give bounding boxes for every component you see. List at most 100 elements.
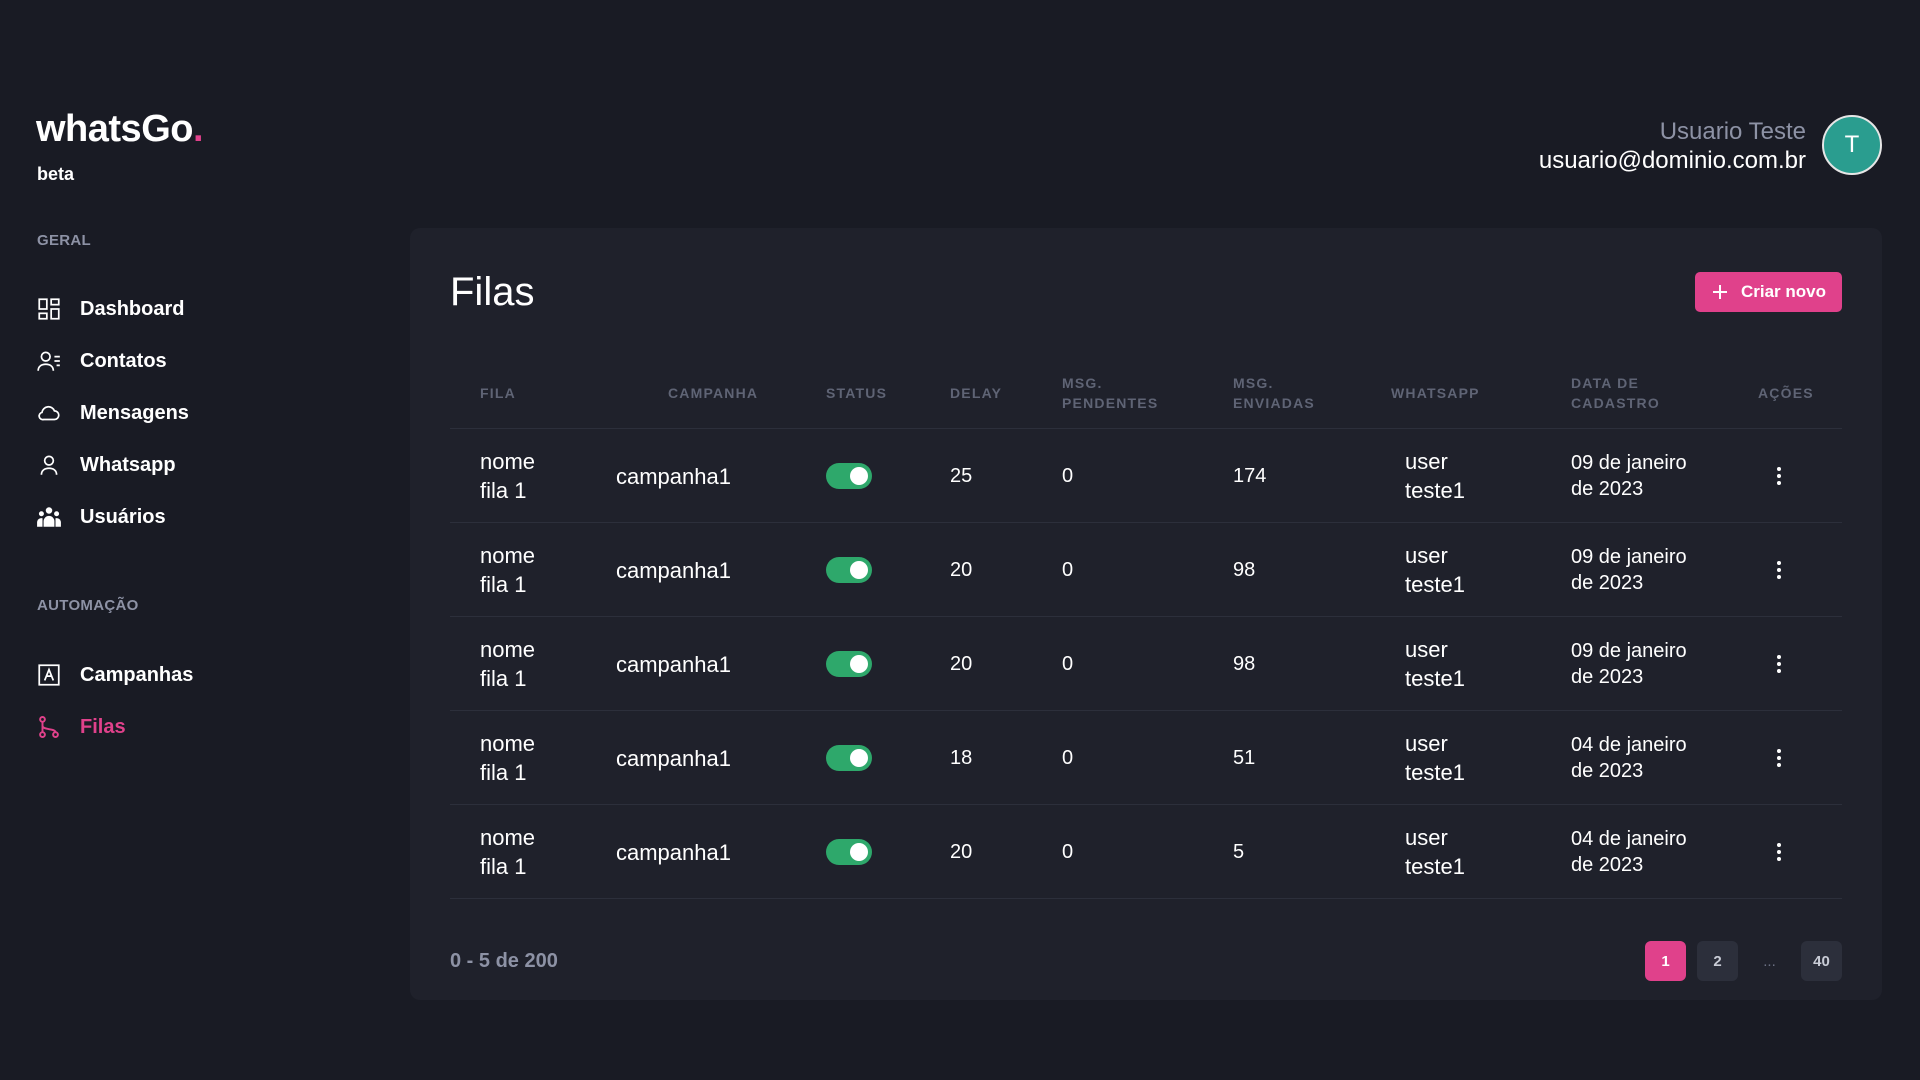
cell-whatsapp: user teste1 (1405, 543, 1465, 597)
cell-delay: 25 (950, 465, 973, 487)
status-toggle[interactable] (826, 839, 872, 865)
sidebar-item-label: Dashboard (80, 297, 185, 320)
table-row[interactable]: nome fila 1 campanha1 25 0 174 user teste1 09 … (450, 429, 1842, 523)
table-row[interactable]: nome fila 1 campanha1 20 0 98 user teste1 09 d… (450, 523, 1842, 617)
plus-icon (1712, 285, 1727, 299)
create-new-label: Criar novo (1740, 282, 1826, 301)
header-msg-pendentes[interactable]: MSG. PENDENTES (1062, 356, 1158, 429)
sidebar-item-campanhas[interactable]: Campanhas (36, 658, 193, 692)
cell-status (826, 617, 872, 711)
cell-msg-pendentes: 0 (1062, 559, 1074, 581)
sidebar: whatsGo. beta GERAL Dashboard Contatos M… (0, 0, 400, 1080)
status-toggle[interactable] (826, 557, 872, 583)
table-row[interactable]: nome fila 1 campanha1 20 0 5 user teste1 04 de… (450, 805, 1842, 899)
cell-data-cadastro: 09 de janeiro de 2023 (1571, 452, 1687, 500)
campaign-icon (38, 664, 60, 686)
sidebar-item-usuarios[interactable]: Usuários (36, 500, 166, 534)
user-icon (40, 455, 58, 475)
sidebar-item-label: Campanhas (80, 663, 194, 686)
filas-table: FILA CAMPANHA STATUS DELAY MSG. PENDENTES… (450, 356, 1842, 899)
sidebar-item-label: Mensagens (80, 401, 189, 424)
cell-data-cadastro: 09 de janeiro de 2023 (1571, 546, 1687, 594)
table-body: nome fila 1 campanha1 25 0 174 user teste1 09 … (450, 429, 1842, 899)
avatar[interactable]: T (1822, 115, 1882, 175)
header-fila[interactable]: FILA (480, 356, 516, 429)
brand-dot: . (192, 108, 204, 150)
more-vertical-icon[interactable] (1769, 556, 1789, 584)
cell-msg-enviadas: 5 (1233, 841, 1245, 863)
cell-status (826, 429, 872, 523)
cell-fila: nome fila 1 (480, 637, 536, 691)
cell-delay: 18 (950, 747, 973, 769)
cell-status (826, 711, 872, 805)
header-label: ENVIADAS (1233, 394, 1315, 411)
sidebar-item-label: Filas (80, 715, 126, 738)
cloud-icon (38, 405, 60, 421)
cell-msg-pendentes: 0 (1062, 841, 1074, 863)
user-info[interactable]: Usuario Teste usuario@dominio.com.br (1539, 118, 1806, 176)
cell-campanha: campanha1 (616, 745, 731, 771)
header-data-cadastro[interactable]: DATA DE CADASTRO (1571, 356, 1660, 429)
cell-fila: nome fila 1 (480, 825, 536, 879)
dashboard-icon (38, 298, 60, 320)
cell-campanha: campanha1 (616, 557, 731, 583)
header-whatsapp[interactable]: WHATSAPP (1391, 356, 1480, 429)
more-vertical-icon[interactable] (1769, 650, 1789, 678)
status-toggle[interactable] (826, 745, 872, 771)
sidebar-item-label: Contatos (80, 349, 167, 372)
header-msg-enviadas[interactable]: MSG. ENVIADAS (1233, 356, 1315, 429)
brand-name: whatsGo (36, 108, 193, 150)
sidebar-item-filas[interactable]: Filas (36, 710, 126, 744)
create-new-button[interactable]: Criar novo (1694, 272, 1842, 312)
cell-acoes (1769, 617, 1789, 711)
header-status[interactable]: STATUS (826, 356, 887, 429)
header-label: CADASTRO (1571, 394, 1660, 411)
users-group-icon (37, 507, 61, 527)
header-label: MSG. (1062, 374, 1103, 391)
table-row[interactable]: nome fila 1 campanha1 18 0 51 user teste1 04 d… (450, 711, 1842, 805)
cell-data-cadastro: 04 de janeiro de 2023 (1571, 734, 1687, 782)
cell-acoes (1769, 523, 1789, 617)
sidebar-item-label: Whatsapp (80, 453, 176, 476)
cell-delay: 20 (950, 841, 973, 863)
cell-campanha: campanha1 (616, 839, 731, 865)
status-toggle[interactable] (826, 651, 872, 677)
sidebar-item-contatos[interactable]: Contatos (36, 344, 167, 378)
header-delay[interactable]: DELAY (950, 356, 1002, 429)
cell-campanha: campanha1 (616, 651, 731, 677)
table-header: FILA CAMPANHA STATUS DELAY MSG. PENDENTES… (450, 356, 1842, 429)
page-button-last[interactable]: 40 (1801, 941, 1842, 981)
cell-msg-pendentes: 0 (1062, 465, 1074, 487)
table-row[interactable]: nome fila 1 campanha1 20 0 98 user teste1 09 d… (450, 617, 1842, 711)
cell-fila: nome fila 1 (480, 731, 536, 785)
cell-acoes (1769, 805, 1789, 899)
cell-delay: 20 (950, 559, 973, 581)
page-ellipsis: ... (1763, 952, 1776, 970)
more-vertical-icon[interactable] (1769, 462, 1789, 490)
cell-msg-enviadas: 51 (1233, 747, 1256, 769)
cell-msg-enviadas: 98 (1233, 559, 1256, 581)
brand-logo[interactable]: whatsGo. (36, 108, 204, 151)
section-title-automation: AUTOMAÇÃO (37, 597, 139, 614)
page-button-2[interactable]: 2 (1697, 941, 1738, 981)
cell-whatsapp: user teste1 (1405, 449, 1465, 503)
header-acoes: AÇÕES (1758, 384, 1814, 401)
cell-fila: nome fila 1 (480, 449, 536, 503)
page-title: Filas (450, 270, 535, 314)
sidebar-item-whatsapp[interactable]: Whatsapp (36, 448, 176, 482)
header-label: DATA DE (1571, 374, 1640, 391)
sidebar-item-dashboard[interactable]: Dashboard (36, 292, 184, 326)
status-toggle[interactable] (826, 463, 872, 489)
pagination: 1 2 ... 40 (1645, 941, 1842, 981)
page-button-1[interactable]: 1 (1645, 941, 1686, 981)
header-label: PENDENTES (1062, 394, 1159, 411)
more-vertical-icon[interactable] (1769, 744, 1789, 772)
user-email: usuario@dominio.com.br (1538, 147, 1806, 174)
section-title-general: GERAL (37, 232, 91, 249)
sidebar-item-mensagens[interactable]: Mensagens (36, 396, 189, 430)
header-campanha[interactable]: CAMPANHA (668, 356, 758, 429)
more-vertical-icon[interactable] (1769, 838, 1789, 866)
cell-campanha: campanha1 (616, 463, 731, 489)
cell-fila: nome fila 1 (480, 543, 536, 597)
sidebar-item-label: Usuários (80, 505, 166, 528)
